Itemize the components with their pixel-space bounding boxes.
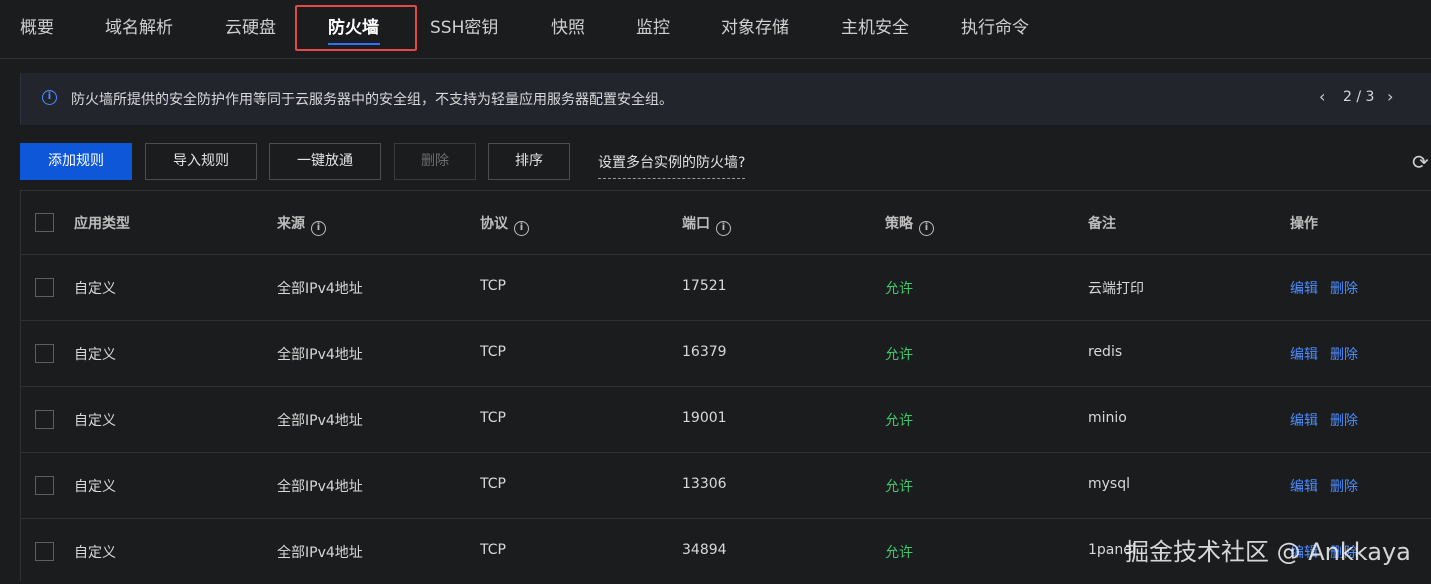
cell-type: 自定义 <box>74 479 116 495</box>
cell-type: 自定义 <box>74 281 116 297</box>
cell-note: mysql <box>1088 476 1130 492</box>
edit-link[interactable]: 编辑 <box>1290 344 1318 364</box>
cell-note: minio <box>1088 410 1127 426</box>
column-header-label: 应用类型 <box>74 216 130 232</box>
column-header-protocol: 协议 i <box>480 213 529 236</box>
tab-host-security[interactable]: 主机安全 <box>841 0 909 56</box>
cell-protocol: TCP <box>480 410 506 426</box>
column-header-label: 备注 <box>1088 216 1116 232</box>
cell-port: 13306 <box>682 476 727 492</box>
tab-snapshots[interactable]: 快照 <box>551 0 585 56</box>
notice-text: 防火墙所提供的安全防护作用等同于云服务器中的安全组，不支持为轻量应用服务器配置安… <box>71 92 673 108</box>
add-rule-button[interactable]: 添加规则 <box>20 143 132 180</box>
row-checkbox[interactable] <box>35 542 54 561</box>
tab-object-storage[interactable]: 对象存储 <box>721 0 789 56</box>
select-all-checkbox[interactable] <box>35 213 54 232</box>
row-checkbox[interactable] <box>35 476 54 495</box>
info-icon[interactable]: i <box>716 221 731 236</box>
edit-link[interactable]: 编辑 <box>1290 410 1318 430</box>
cell-source: 全部IPv4地址 <box>277 347 363 363</box>
cell-protocol: TCP <box>480 476 506 492</box>
firewall-rules-table: 应用类型 来源 i 协议 i 端口 i 策略 i 备注 操作 自定义 全部IPv4地址 … <box>20 190 1431 581</box>
cell-port: 16379 <box>682 344 727 360</box>
tab-monitoring[interactable]: 监控 <box>636 0 670 56</box>
cell-port: 34894 <box>682 542 727 558</box>
table-row: 自定义 全部IPv4地址 TCP 17521 允许 云端打印 编辑 删除 <box>21 254 1431 321</box>
watermark: 掘金技术社区 @ Ankkaya <box>1125 538 1411 566</box>
tab-overview[interactable]: 概要 <box>20 0 54 56</box>
column-header-port: 端口 i <box>682 213 731 236</box>
tab-bar: 概要 域名解析 云硬盘 防火墙 SSH密钥 快照 监控 对象存储 主机安全 执行… <box>0 0 1431 59</box>
table-row: 自定义 全部IPv4地址 TCP 19001 允许 minio 编辑 删除 <box>21 386 1431 453</box>
info-icon[interactable]: i <box>919 221 934 236</box>
table-header: 应用类型 来源 i 协议 i 端口 i 策略 i 备注 操作 <box>21 191 1431 255</box>
cell-source: 全部IPv4地址 <box>277 281 363 297</box>
annotation-highlight-box <box>295 5 417 51</box>
allow-all-button[interactable]: 一键放通 <box>269 143 381 180</box>
cell-type: 自定义 <box>74 413 116 429</box>
edit-link[interactable]: 编辑 <box>1290 278 1318 298</box>
cell-policy: 允许 <box>885 479 913 495</box>
cell-policy: 允许 <box>885 413 913 429</box>
cell-type: 自定义 <box>74 545 116 561</box>
delete-button[interactable]: 删除 <box>394 143 476 180</box>
column-header-label: 端口 <box>682 216 710 232</box>
cell-source: 全部IPv4地址 <box>277 413 363 429</box>
table-row: 自定义 全部IPv4地址 TCP 13306 允许 mysql 编辑 删除 <box>21 452 1431 519</box>
cell-type: 自定义 <box>74 347 116 363</box>
column-header-label: 操作 <box>1290 216 1318 232</box>
info-icon[interactable]: i <box>514 221 529 236</box>
cell-port: 19001 <box>682 410 727 426</box>
info-icon[interactable]: i <box>311 221 326 236</box>
cell-note: redis <box>1088 344 1123 360</box>
column-header-actions: 操作 <box>1290 213 1318 233</box>
tab-ssh-keys[interactable]: SSH密钥 <box>430 0 498 56</box>
cell-protocol: TCP <box>480 278 506 294</box>
edit-link[interactable]: 编辑 <box>1290 476 1318 496</box>
tab-dns[interactable]: 域名解析 <box>105 0 173 56</box>
row-checkbox[interactable] <box>35 278 54 297</box>
cell-policy: 允许 <box>885 347 913 363</box>
tab-run-command[interactable]: 执行命令 <box>961 0 1029 56</box>
chevron-right-icon[interactable]: › <box>1387 87 1393 106</box>
column-header-policy: 策略 i <box>885 213 934 236</box>
info-icon: i <box>42 90 57 105</box>
delete-link[interactable]: 删除 <box>1330 410 1358 430</box>
delete-link[interactable]: 删除 <box>1330 344 1358 364</box>
notice-pager-count: 2 / 3 <box>1343 89 1375 105</box>
column-header-source: 来源 i <box>277 213 326 236</box>
notice-banner: i 防火墙所提供的安全防护作用等同于云服务器中的安全组，不支持为轻量应用服务器配… <box>20 73 1431 125</box>
row-checkbox[interactable] <box>35 410 54 429</box>
cell-source: 全部IPv4地址 <box>277 545 363 561</box>
tab-cloud-disk[interactable]: 云硬盘 <box>225 0 276 56</box>
column-header-label: 策略 <box>885 216 913 232</box>
row-checkbox[interactable] <box>35 344 54 363</box>
cell-source: 全部IPv4地址 <box>277 479 363 495</box>
cell-protocol: TCP <box>480 542 506 558</box>
cell-policy: 允许 <box>885 545 913 561</box>
delete-link[interactable]: 删除 <box>1330 278 1358 298</box>
table-row: 自定义 全部IPv4地址 TCP 16379 允许 redis 编辑 删除 <box>21 320 1431 387</box>
delete-link[interactable]: 删除 <box>1330 476 1358 496</box>
cell-port: 17521 <box>682 278 727 294</box>
sort-button[interactable]: 排序 <box>488 143 570 180</box>
column-header-label: 协议 <box>480 216 508 232</box>
cell-policy: 允许 <box>885 281 913 297</box>
chevron-left-icon[interactable]: ‹ <box>1319 87 1325 106</box>
import-rules-button[interactable]: 导入规则 <box>145 143 257 180</box>
multi-instance-firewall-link[interactable]: 设置多台实例的防火墙? <box>598 152 746 179</box>
cell-protocol: TCP <box>480 344 506 360</box>
column-header-label: 来源 <box>277 216 305 232</box>
column-header-type: 应用类型 <box>74 213 130 233</box>
column-header-note: 备注 <box>1088 213 1116 233</box>
cell-note: 云端打印 <box>1088 281 1144 297</box>
refresh-icon[interactable]: ⟳ <box>1412 150 1429 174</box>
